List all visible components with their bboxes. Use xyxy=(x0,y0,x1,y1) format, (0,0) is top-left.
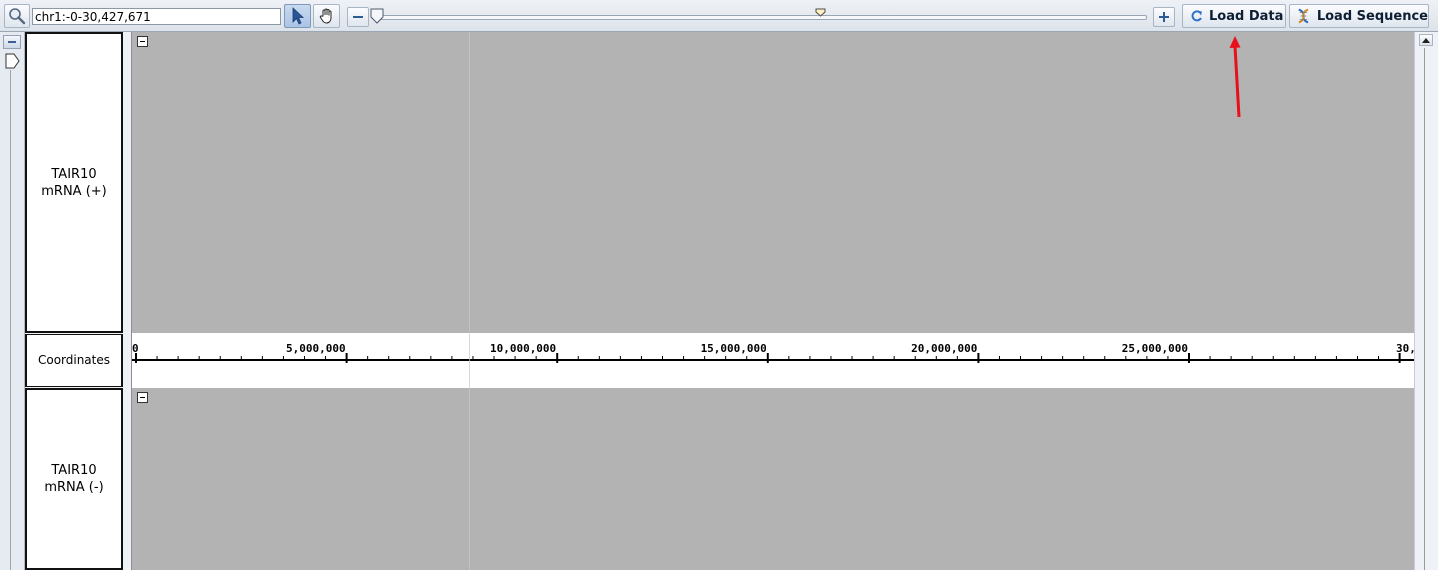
pan-tool-button[interactable] xyxy=(313,4,340,28)
annotation-arrow xyxy=(1229,36,1241,118)
ruler-tick-label: 20,000,000 xyxy=(911,342,977,355)
track-label-mrna-minus[interactable]: TAIR10 mRNA (-) xyxy=(25,388,123,570)
collapse-track-button[interactable] xyxy=(137,36,148,47)
ruler-tick-label: 5,000,000 xyxy=(286,342,346,355)
zoom-out-button[interactable] xyxy=(347,7,369,27)
vertical-scrollbar[interactable] xyxy=(1414,32,1438,570)
track-label-mrna-plus[interactable]: TAIR10 mRNA (+) xyxy=(25,32,123,333)
dna-icon xyxy=(1298,8,1309,24)
minus-icon xyxy=(353,16,363,18)
zoom-marker-icon xyxy=(815,8,826,17)
track-label-text: TAIR10 mRNA (-) xyxy=(44,463,104,495)
zoom-slider-track[interactable] xyxy=(375,15,1147,20)
track-label-text: TAIR10 mRNA (+) xyxy=(41,166,107,199)
magnifier-icon xyxy=(9,8,26,25)
view-divider-line xyxy=(469,32,470,570)
plus-icon xyxy=(1159,12,1169,22)
tier-marker-icon[interactable] xyxy=(5,53,21,69)
load-sequence-label: Load Sequence xyxy=(1316,8,1428,24)
track-mrna-minus[interactable] xyxy=(132,388,1414,570)
strip-divider xyxy=(10,70,11,570)
ruler-tick-label: 15,000,000 xyxy=(701,342,767,355)
select-tool-button[interactable] xyxy=(284,4,311,28)
ruler-tick-label: 0 xyxy=(132,342,139,355)
zoom-slider-thumb[interactable] xyxy=(370,8,384,24)
refresh-icon xyxy=(1191,10,1202,22)
collapse-all-button[interactable] xyxy=(3,35,21,49)
scroll-up-button[interactable] xyxy=(1419,34,1433,46)
collapse-track-button[interactable] xyxy=(137,392,148,403)
load-data-label: Load Data xyxy=(1209,8,1284,24)
hand-icon xyxy=(319,8,331,24)
track-label-text: Coordinates xyxy=(37,353,111,367)
scroll-track[interactable] xyxy=(1424,48,1425,570)
load-data-button[interactable]: Load Data xyxy=(1182,4,1286,28)
ruler-tick-label: 10,000,000 xyxy=(490,342,556,355)
zoom-in-button[interactable] xyxy=(1153,7,1175,27)
locus-input[interactable] xyxy=(32,8,281,25)
track-label-coordinates[interactable]: Coordinates xyxy=(25,334,123,387)
track-strip xyxy=(0,32,25,570)
ruler-tick-label: 30, xyxy=(1396,342,1414,355)
cursor-arrow-icon xyxy=(292,7,304,25)
load-sequence-button[interactable]: Load Sequence xyxy=(1289,4,1429,28)
search-button[interactable] xyxy=(4,4,30,28)
ruler-tick-label: 25,000,000 xyxy=(1122,342,1188,355)
toolbar: Load Data Load Sequence xyxy=(0,0,1438,32)
coordinate-ruler[interactable]: 0 5,000,000 10,000,000 15,000,000 20,000,000… xyxy=(132,333,1414,388)
